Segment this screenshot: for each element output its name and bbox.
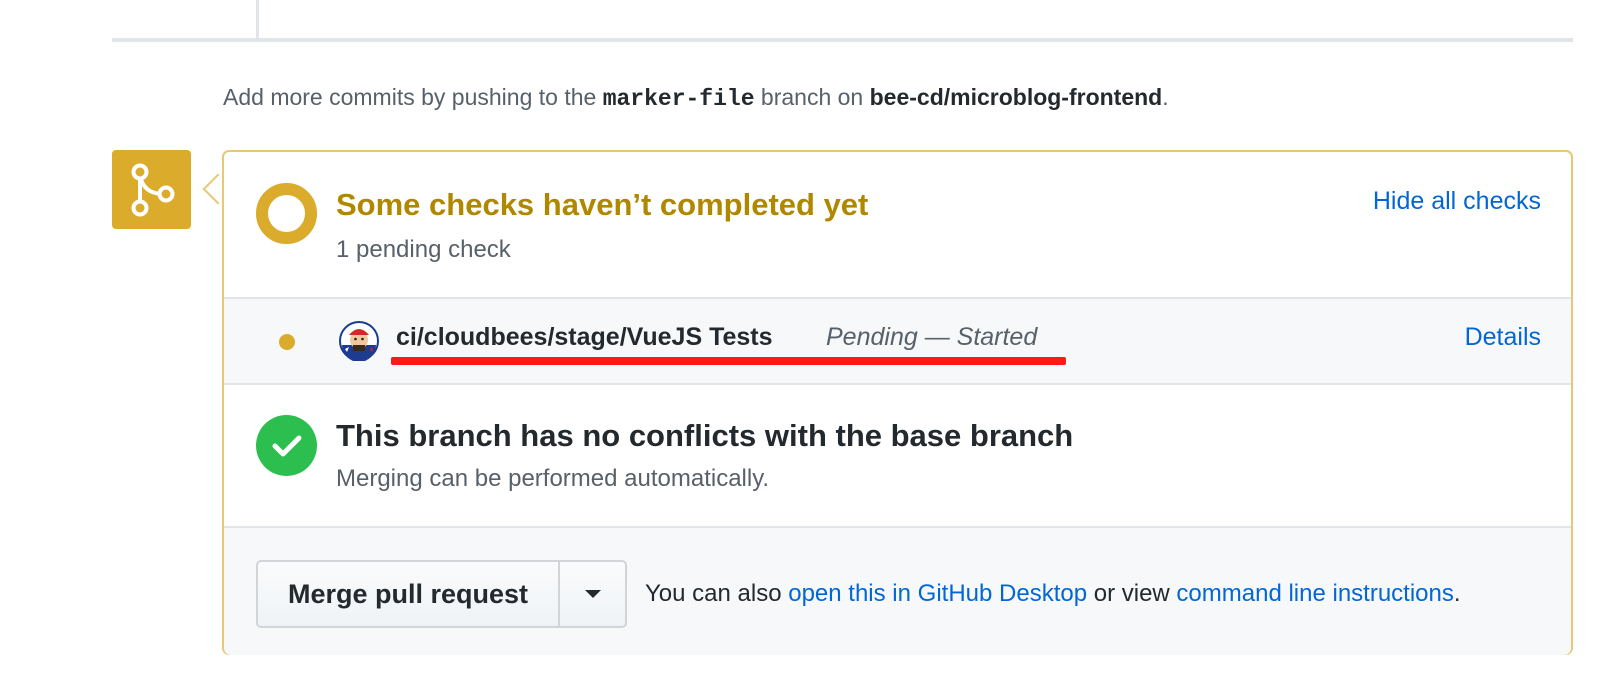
annotation-underline bbox=[391, 357, 1066, 365]
timeline-line bbox=[256, 0, 259, 40]
hint-prefix: Add more commits by pushing to the bbox=[223, 84, 603, 110]
conflicts-title: This branch has no conflicts with the ba… bbox=[336, 418, 1074, 453]
timeline-divider bbox=[112, 38, 1573, 42]
command-line-link[interactable]: command line instructions bbox=[1176, 580, 1453, 607]
hint-middle: branch on bbox=[754, 84, 870, 110]
merge-box: Some checks haven’t completed yet 1 pend… bbox=[222, 150, 1573, 655]
checks-subtitle: 1 pending check bbox=[336, 236, 511, 263]
merge-method-dropdown[interactable] bbox=[560, 560, 627, 628]
merge-icon bbox=[112, 150, 191, 229]
check-name: ci/cloudbees/stage/VueJS Tests bbox=[396, 323, 773, 351]
merge-help-text: You can also open this in GitHub Desktop… bbox=[645, 580, 1461, 608]
merge-actions: Merge pull request You can also open thi… bbox=[224, 528, 1571, 655]
jenkins-avatar-icon bbox=[339, 321, 379, 362]
checks-summary: Some checks haven’t completed yet 1 pend… bbox=[224, 152, 1571, 299]
check-item: ci/cloudbees/stage/VueJS Tests Pending —… bbox=[224, 299, 1571, 385]
hint-suffix: . bbox=[1162, 84, 1169, 110]
checks-title: Some checks haven’t completed yet bbox=[336, 187, 869, 222]
pending-dot-icon bbox=[279, 334, 295, 350]
check-details-link[interactable]: Details bbox=[1465, 323, 1541, 352]
hide-all-checks-link[interactable]: Hide all checks bbox=[1373, 187, 1541, 216]
help-middle: or view bbox=[1087, 580, 1177, 607]
timeline-top bbox=[112, 0, 1573, 42]
help-prefix: You can also bbox=[645, 580, 789, 607]
hint-branch: marker-file bbox=[602, 86, 755, 112]
push-hint: Add more commits by pushing to the marke… bbox=[223, 84, 1169, 112]
check-status: Pending — Started bbox=[826, 323, 1038, 351]
hint-repo: bee-cd/microblog-frontend bbox=[869, 84, 1163, 110]
conflicts-subtitle: Merging can be performed automatically. bbox=[336, 465, 770, 492]
check-success-icon bbox=[256, 415, 317, 476]
caret-down-icon bbox=[584, 590, 601, 598]
help-suffix: . bbox=[1453, 580, 1461, 607]
pending-ring-icon bbox=[256, 183, 317, 244]
conflicts-section: This branch has no conflicts with the ba… bbox=[224, 385, 1571, 528]
github-desktop-link[interactable]: open this in GitHub Desktop bbox=[788, 580, 1087, 607]
merge-pull-request-button[interactable]: Merge pull request bbox=[256, 560, 560, 628]
merge-button-group: Merge pull request bbox=[256, 560, 627, 628]
